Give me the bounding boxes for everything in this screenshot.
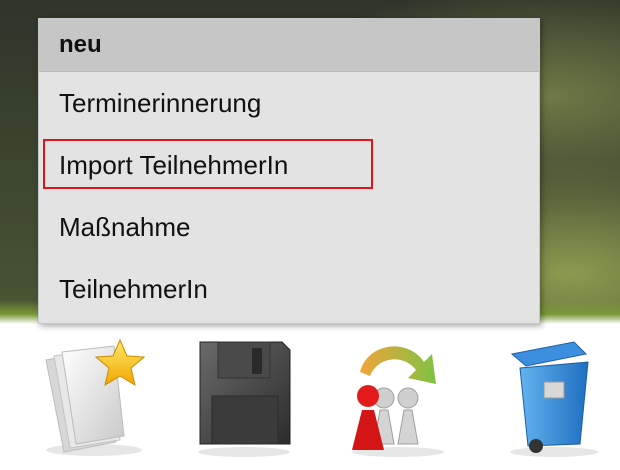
menu-item-label: Terminerinnerung — [59, 87, 262, 118]
menu-header: neu — [39, 19, 539, 72]
menu-item-label: Import TeilnehmerIn — [59, 149, 289, 180]
swap-users-icon — [352, 346, 444, 457]
trash-bin-icon — [510, 341, 598, 457]
menu-item-label: Maßnahme — [59, 211, 191, 242]
toolbar — [0, 332, 620, 470]
menu-item-label: TeilnehmerIn — [59, 273, 208, 304]
menu-item-terminerinnerung[interactable]: Terminerinnerung — [39, 72, 539, 134]
new-document-button[interactable] — [32, 332, 152, 462]
floppy-disk-save-icon — [198, 341, 291, 457]
save-button[interactable] — [182, 332, 302, 462]
menu-item-import-teilnehmerin[interactable]: Import TeilnehmerIn — [39, 134, 539, 196]
delete-button[interactable] — [494, 332, 614, 462]
menu-item-massnahme[interactable]: Maßnahme — [39, 196, 539, 258]
new-document-star-icon — [45, 338, 146, 456]
new-dropdown-menu: neu Terminerinnerung Import TeilnehmerIn… — [38, 18, 540, 324]
change-participant-button[interactable] — [338, 332, 458, 462]
menu-item-teilnehmerin[interactable]: TeilnehmerIn — [39, 258, 539, 320]
